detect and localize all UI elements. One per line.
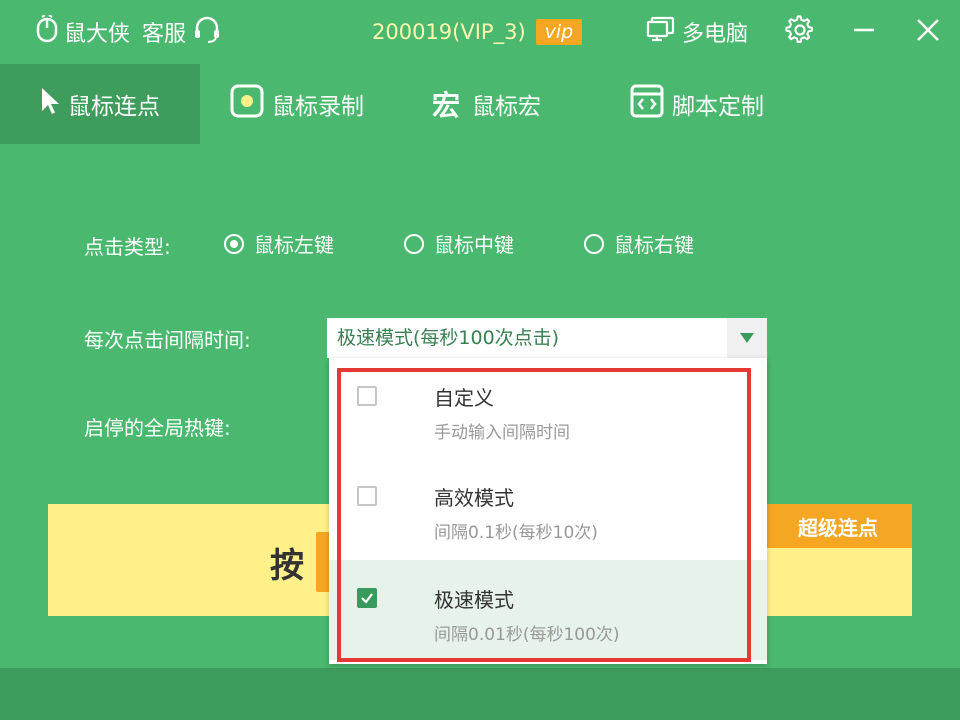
- click-type-label: 点击类型:: [84, 235, 171, 259]
- monitor-icon: [646, 15, 676, 49]
- main-tabs: 鼠标连点 鼠标录制 宏 鼠标宏 脚本定制: [0, 64, 960, 144]
- interval-select-value: 极速模式(每秒100次点击): [337, 327, 560, 349]
- cursor-icon: [40, 87, 60, 121]
- title-left: 鼠大侠 客服: [36, 14, 222, 50]
- macro-icon: 宏: [432, 89, 461, 122]
- option-efficient[interactable]: 高效模式 间隔0.1秒(每秒10次): [329, 458, 767, 558]
- minimize-button[interactable]: [846, 14, 882, 50]
- radio-right-button[interactable]: 鼠标右键: [584, 229, 694, 258]
- radio-label: 鼠标右键: [614, 233, 694, 257]
- checkbox-icon: [357, 386, 377, 406]
- gear-icon: [785, 15, 815, 49]
- settings-button[interactable]: [782, 14, 818, 50]
- radio-left-button[interactable]: 鼠标左键: [224, 229, 334, 258]
- record-icon: [230, 84, 264, 124]
- script-icon: [630, 84, 664, 124]
- tab-mouse-click[interactable]: 鼠标连点: [0, 64, 200, 144]
- interval-label: 每次点击间隔时间:: [84, 328, 251, 352]
- super-click-button[interactable]: 超级连点: [764, 504, 912, 548]
- option-custom[interactable]: 自定义 手动输入间隔时间: [329, 358, 767, 458]
- close-button[interactable]: [910, 14, 946, 50]
- app-window: 鼠大侠 客服 200019(VIP_3) vip 多电脑 鼠标连点 鼠标录制 宏…: [0, 0, 960, 720]
- multi-pc-label: 多电脑: [682, 22, 749, 47]
- multi-pc-button[interactable]: 多电脑: [646, 14, 748, 50]
- press-text: 按: [270, 546, 304, 586]
- option-title: 自定义: [434, 386, 494, 410]
- radio-label: 鼠标中键: [434, 233, 514, 257]
- tab-mouse-macro[interactable]: 宏 鼠标宏: [432, 64, 541, 144]
- tab-script-custom[interactable]: 脚本定制: [630, 64, 764, 144]
- radio-label: 鼠标左键: [254, 233, 334, 257]
- radio-unchecked-icon: [584, 233, 604, 254]
- headset-icon[interactable]: [192, 14, 222, 50]
- radio-unchecked-icon: [404, 233, 424, 254]
- tab-mouse-record[interactable]: 鼠标录制: [230, 64, 364, 144]
- user-info: 200019(VIP_3) vip: [372, 14, 583, 50]
- close-icon: [915, 17, 941, 47]
- service-button[interactable]: 客服: [142, 16, 186, 48]
- hotkey-label: 启停的全局热键:: [84, 416, 231, 440]
- option-turbo[interactable]: 极速模式 间隔0.01秒(每秒100次): [329, 560, 767, 660]
- vip-badge[interactable]: vip: [535, 19, 583, 45]
- interval-select[interactable]: 极速模式(每秒100次点击): [327, 318, 767, 358]
- radio-middle-button[interactable]: 鼠标中键: [404, 229, 514, 258]
- app-name: 鼠大侠: [64, 22, 131, 47]
- footer-bar: [0, 668, 960, 720]
- option-title: 高效模式: [434, 486, 514, 510]
- interval-dropdown: 自定义 手动输入间隔时间 高效模式 间隔0.1秒(每秒10次) 极速模式 间隔0…: [329, 358, 767, 664]
- tab-label: 鼠标录制: [272, 94, 364, 120]
- checkbox-checked-icon: [357, 588, 377, 608]
- option-desc: 间隔0.1秒(每秒10次): [434, 523, 598, 543]
- checkbox-icon: [357, 486, 377, 506]
- option-desc: 间隔0.01秒(每秒100次): [434, 625, 620, 645]
- tab-label: 鼠标宏: [472, 94, 542, 120]
- mouse-logo-icon: [36, 14, 58, 49]
- option-desc: 手动输入间隔时间: [434, 423, 570, 443]
- tab-label: 脚本定制: [672, 94, 764, 120]
- radio-checked-icon: [224, 233, 244, 254]
- minimize-icon: [852, 18, 876, 46]
- user-id: 200019(VIP_3): [372, 20, 526, 44]
- title-bar: 鼠大侠 客服 200019(VIP_3) vip 多电脑: [0, 0, 960, 64]
- option-title: 极速模式: [434, 588, 514, 612]
- triangle-down-icon[interactable]: [727, 318, 767, 358]
- tab-label: 鼠标连点: [68, 94, 160, 120]
